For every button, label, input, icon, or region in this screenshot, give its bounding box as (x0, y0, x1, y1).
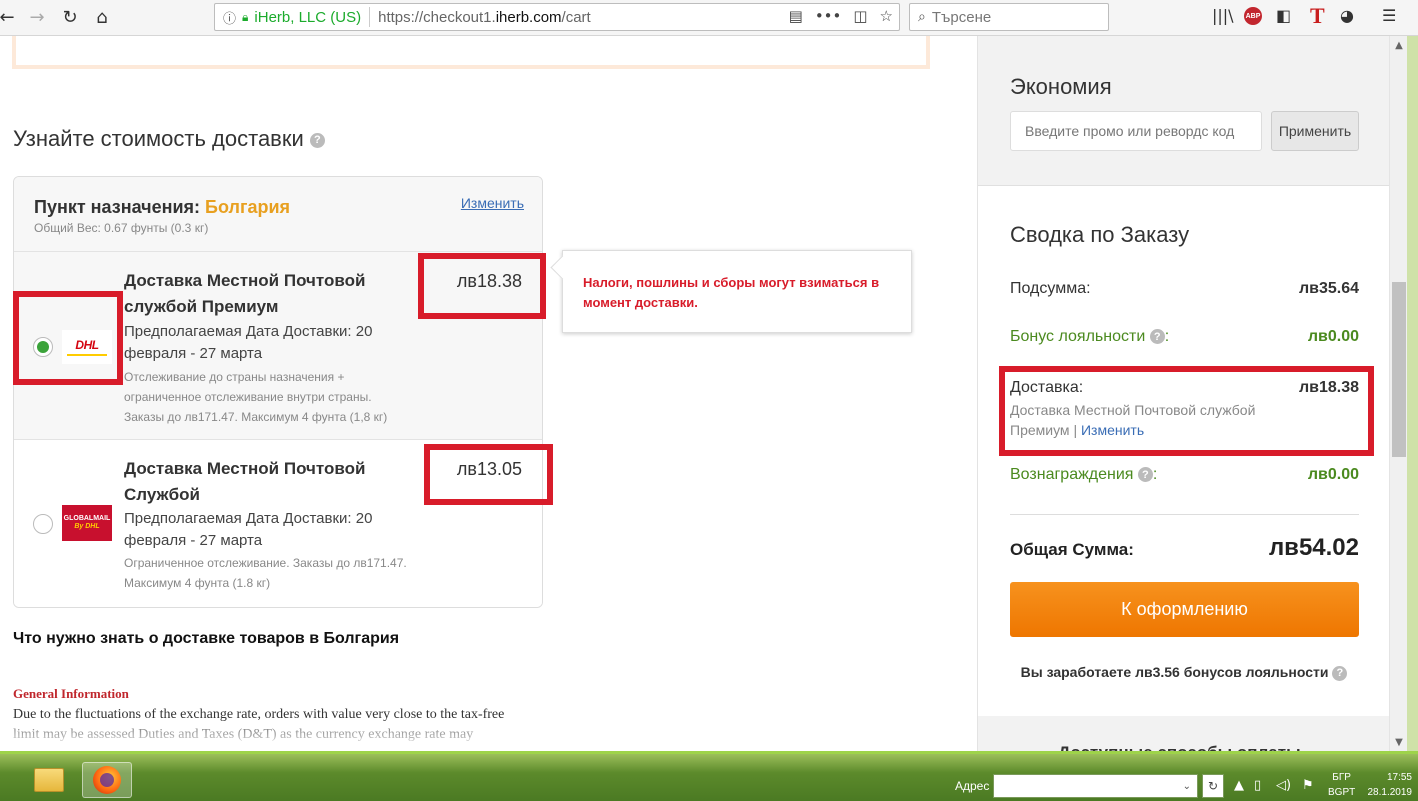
scroll-thumb[interactable] (1392, 282, 1406, 457)
promo-code-input[interactable]: Введите промо или ревордс код (1010, 111, 1262, 151)
shipping-radio-standard[interactable] (33, 514, 53, 534)
total-value: лв54.02 (1268, 534, 1359, 561)
info-icon[interactable]: ⓘ (223, 8, 236, 27)
volume-icon[interactable]: ◁) (1276, 778, 1291, 793)
page-content: Узнайте стоимость доставки ? Пункт назна… (0, 36, 1418, 751)
highlight-price-box-2 (424, 444, 553, 505)
menu-icon[interactable]: ☰ (1382, 6, 1396, 25)
flag-icon[interactable]: ⚑ (1302, 778, 1314, 793)
globalmail-logo: GLOBALMAIL By DHL (62, 505, 112, 541)
subtotal-value: лв35.64 (1298, 280, 1359, 297)
back-icon[interactable]: ← (0, 4, 20, 30)
change-destination-link[interactable]: Изменить (461, 195, 524, 211)
address-label: Адрес (955, 779, 990, 793)
summary-divider (1010, 514, 1359, 515)
total-label: Общая Сумма: (1010, 540, 1134, 559)
adblock-icon[interactable]: ABP (1244, 7, 1262, 25)
help-icon[interactable]: ? (309, 132, 325, 148)
summary-title: Сводка по Заказу (1010, 222, 1190, 247)
reload-icon[interactable]: ↻ (57, 4, 83, 30)
destination-label: Пункт назначения: Болгария (34, 197, 291, 217)
total-weight: Общий Вес: 0.67 фунты (0.3 кг) (34, 221, 209, 235)
url-bar[interactable]: ⓘ 🔒︎ iHerb, LLC (US) https://checkout1.i… (214, 3, 900, 31)
home-icon[interactable]: ⌂ (89, 4, 115, 30)
chevron-down-icon[interactable]: ⌄ (1183, 781, 1191, 792)
language-indicator[interactable]: БГР BGPT (1328, 770, 1355, 800)
firefox-icon[interactable] (82, 762, 132, 798)
option-title: Доставка Местной Почтовой Службой (124, 459, 366, 504)
option-note: Ограниченное отслеживание. Заказы до лв1… (124, 556, 407, 590)
option-title: Доставка Местной Почтовой службой Премиу… (124, 271, 366, 316)
content-fade (0, 724, 960, 751)
extension-icon[interactable]: ◕ (1340, 6, 1354, 25)
delivery-title: Узнайте стоимость доставки ? (13, 126, 325, 152)
option-note: Отслеживание до страны назначения + огра… (124, 370, 388, 424)
tray-arrow-icon[interactable]: ▲ (1234, 778, 1244, 793)
highlight-radio-box (13, 291, 123, 385)
highlight-price-box-1 (418, 253, 546, 319)
option-delivery-date: Предполагаемая Дата Доставки: 20 февраля… (124, 323, 373, 362)
option-delivery-date: Предполагаемая Дата Доставки: 20 февраля… (124, 510, 373, 549)
checkout-button[interactable]: К оформлению (1010, 582, 1359, 637)
file-explorer-icon[interactable] (24, 762, 74, 798)
desktop-edge (1407, 36, 1418, 751)
search-placeholder: Търсене (931, 8, 992, 26)
cart-box-bottom (12, 36, 930, 69)
shipping-info-heading: Что нужно знать о доставке товаров в Бол… (13, 630, 400, 647)
savings-panel: Экономия Введите промо или ревордс код П… (978, 36, 1403, 186)
tray-device-icon[interactable]: ▯ (1254, 778, 1261, 793)
destination-header: Пункт назначения: Болгария Общий Вес: 0.… (14, 177, 542, 252)
site-identity: iHerb, LLC (US) (254, 8, 362, 26)
clock[interactable]: 17:55 28.1.2019 (1366, 770, 1413, 800)
search-input[interactable]: ⌕ Търсене (909, 3, 1109, 31)
pocket-icon[interactable]: ◫ (853, 7, 867, 25)
page-actions-icon[interactable]: ••• (815, 7, 842, 25)
library-icon[interactable]: |||\ (1212, 6, 1234, 25)
help-icon[interactable]: ? (1137, 467, 1153, 483)
extension-t-icon[interactable]: T (1310, 3, 1325, 29)
page-scrollbar[interactable]: ▲ ▼ (1389, 36, 1407, 751)
general-info-title: General Information (13, 686, 129, 701)
address-input[interactable]: ⌄ (993, 774, 1198, 798)
destination-country: Болгария (205, 197, 291, 217)
forward-icon[interactable]: → (24, 4, 50, 30)
url-separator (369, 7, 371, 27)
address-go-icon[interactable]: ↻ (1202, 774, 1224, 798)
payment-methods-heading: Доступные способы оплаты (1058, 743, 1301, 751)
windows-taskbar: Адрес ⌄ ↻ ▲ ▯ ◁) ⚑ БГР BGPT 17:55 28.1.2… (0, 751, 1418, 801)
rewards-value: лв0.00 (1307, 466, 1359, 483)
highlight-shipping-summary (999, 366, 1374, 456)
earn-loyalty-text: Вы заработаете лв3.56 бонусов лояльности… (978, 664, 1390, 681)
shipping-card: Пункт назначения: Болгария Общий Вес: 0.… (13, 176, 543, 608)
search-icon: ⌕ (918, 9, 926, 25)
reader-view-icon[interactable]: ▤ (789, 7, 803, 25)
scroll-up-icon[interactable]: ▲ (1390, 36, 1408, 54)
scroll-down-icon[interactable]: ▼ (1390, 733, 1408, 751)
loyalty-value: лв0.00 (1307, 328, 1359, 345)
help-icon[interactable]: ? (1149, 329, 1165, 345)
lock-icon: 🔒︎ (242, 9, 249, 24)
tooltip-text: Налоги, пошлины и сборы могут взиматься … (583, 275, 880, 310)
apply-promo-button[interactable]: Применить (1271, 111, 1359, 151)
savings-title: Экономия (1010, 74, 1112, 99)
sidebar-icon[interactable]: ◧ (1276, 6, 1291, 25)
browser-toolbar: ← → ↻ ⌂ ⓘ 🔒︎ iHerb, LLC (US) https://che… (0, 0, 1418, 36)
url-text[interactable]: https://checkout1.iherb.com/cart (378, 9, 591, 26)
taxes-tooltip: Налоги, пошлины и сборы могут взиматься … (562, 250, 912, 333)
bookmark-star-icon[interactable]: ☆ (880, 7, 893, 25)
help-icon[interactable]: ? (1332, 665, 1348, 681)
